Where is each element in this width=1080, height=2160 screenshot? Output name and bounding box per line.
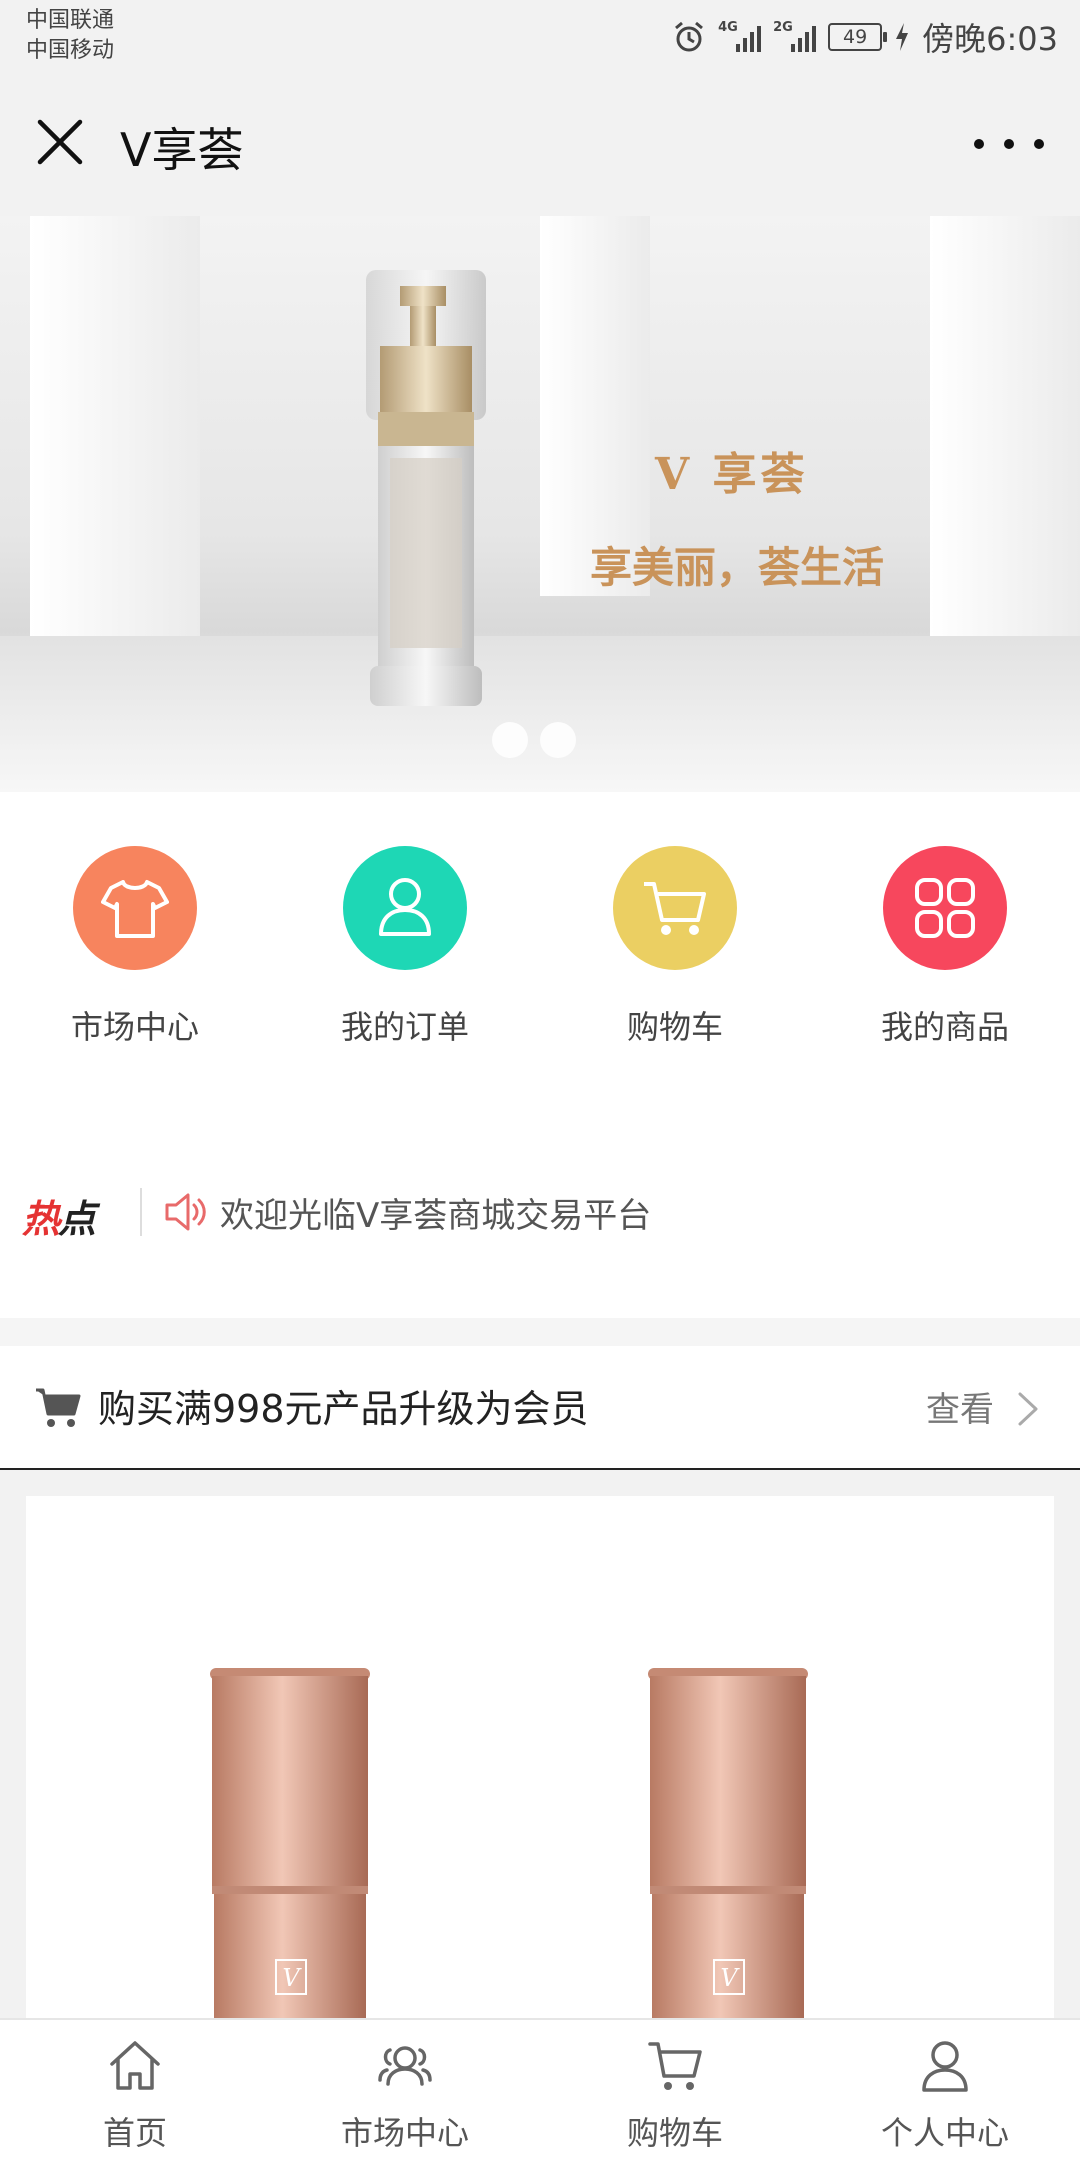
member-upgrade-text: 购买满998元产品升级为会员 xyxy=(98,1387,589,1431)
section-gap xyxy=(0,1318,1080,1346)
network-type-2: 2G xyxy=(773,20,793,35)
nav-item-home[interactable]: 首页 xyxy=(0,2020,270,2160)
carousel-dot-2[interactable] xyxy=(540,722,576,758)
title-bar: V享荟 xyxy=(0,80,1080,216)
product-card[interactable]: V V xyxy=(26,1496,1054,2088)
speaker-icon xyxy=(165,1193,206,1231)
chevron-right-icon xyxy=(1018,1392,1038,1426)
nav-label: 市场中心 xyxy=(340,2114,469,2152)
cart-icon xyxy=(648,2042,702,2090)
alarm-icon xyxy=(675,21,704,52)
nav-label: 个人中心 xyxy=(880,2114,1009,2152)
quick-item-market-center[interactable]: 市场中心 xyxy=(25,846,245,1048)
quick-item-label: 我的商品 xyxy=(880,1008,1009,1046)
svg-text:V: V xyxy=(282,1964,302,1992)
quick-item-label: 市场中心 xyxy=(70,1008,199,1046)
banner-carousel[interactable]: V 享荟 享美丽，荟生活 xyxy=(0,216,1080,792)
person-icon xyxy=(922,2041,968,2092)
bottom-nav: 首页 市场中心 购物车 个人中心 xyxy=(0,2018,1080,2160)
hot-logo-char-2: 点 xyxy=(58,1197,96,1241)
banner-wall-left xyxy=(30,216,200,636)
quick-menu: 市场中心 我的订单 购物车 我的商品 xyxy=(0,792,1080,1092)
carrier-1: 中国联通 xyxy=(26,8,115,33)
view-link[interactable]: 查看 xyxy=(926,1382,994,1431)
nav-label: 购物车 xyxy=(626,2114,723,2152)
page-title: V享荟 xyxy=(120,123,244,177)
tshirt-icon xyxy=(73,846,197,970)
quick-item-label: 我的订单 xyxy=(340,1008,469,1046)
grid-icon xyxy=(883,846,1007,970)
status-icons: 4G 2G 49 傍晚6:03 xyxy=(672,12,1058,62)
quick-item-cart[interactable]: 购物车 xyxy=(565,846,785,1048)
carrier-info: 中国联通 中国移动 xyxy=(26,6,114,66)
more-dots-icon[interactable] xyxy=(974,124,1044,164)
carrier-2: 中国移动 xyxy=(26,38,115,63)
divider xyxy=(140,1188,142,1236)
people-icon xyxy=(378,2046,432,2086)
member-upgrade-bar[interactable]: 购买满998元产品升级为会员 查看 xyxy=(0,1346,1080,1470)
clock: 傍晚6:03 xyxy=(922,20,1058,58)
quick-item-my-products[interactable]: 我的商品 xyxy=(835,846,1055,1048)
hot-news-text[interactable]: 欢迎光临V享荟商城交易平台 xyxy=(220,1188,651,1237)
quick-item-my-orders[interactable]: 我的订单 xyxy=(295,846,515,1048)
status-bar: 中国联通 中国移动 4G 2G 49 傍晚6:03 xyxy=(0,0,1080,80)
banner-floor xyxy=(0,636,1080,792)
hot-news-logo: 热点 xyxy=(22,1188,96,1243)
charging-icon xyxy=(896,23,909,51)
user-icon xyxy=(343,846,467,970)
battery-icon: 49 xyxy=(828,23,888,51)
hot-logo-char-1: 热 xyxy=(22,1197,60,1241)
network-type-1: 4G xyxy=(718,20,738,35)
home-icon xyxy=(110,2041,160,2090)
quick-item-label: 购物车 xyxy=(626,1008,723,1046)
cart-icon xyxy=(36,1388,81,1427)
banner-wall-right xyxy=(930,216,1080,636)
banner-brand-text: V 享荟 xyxy=(655,449,809,500)
serum-bottle-image xyxy=(366,270,486,706)
hot-news-bar: 热点 欢迎光临V享荟商城交易平台 xyxy=(0,1092,1080,1318)
nav-item-market-center[interactable]: 市场中心 xyxy=(270,2020,540,2160)
signal-1-icon: 4G xyxy=(718,20,762,52)
signal-2-icon: 2G xyxy=(773,20,817,52)
carousel-indicator xyxy=(492,722,576,758)
nav-label: 首页 xyxy=(102,2114,167,2152)
cart-icon xyxy=(613,846,737,970)
nav-item-personal-center[interactable]: 个人中心 xyxy=(810,2020,1080,2160)
banner-slogan-text: 享美丽，荟生活 xyxy=(590,543,885,592)
carousel-dot-1[interactable] xyxy=(492,722,528,758)
svg-text:V: V xyxy=(720,1964,740,1992)
product-section: V V xyxy=(0,1470,1080,2088)
nav-item-cart[interactable]: 购物车 xyxy=(540,2020,810,2160)
close-icon[interactable] xyxy=(34,116,86,168)
